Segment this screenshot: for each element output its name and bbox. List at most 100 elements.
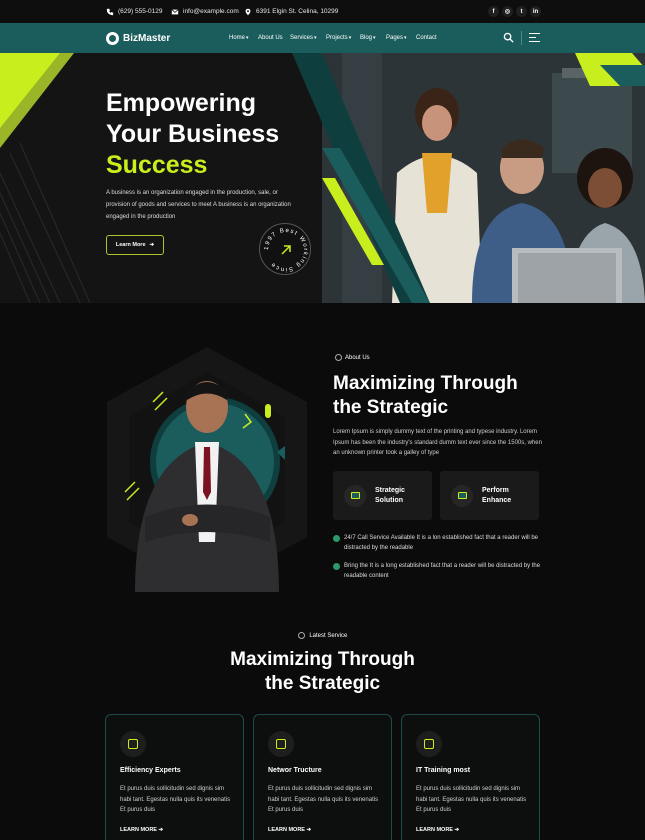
hero-description: A business is an organization engaged in… bbox=[106, 190, 291, 220]
facebook-icon[interactable]: f bbox=[488, 6, 499, 17]
address-text: 6391 Elgin St. Celina, 10299 bbox=[256, 8, 339, 15]
since-badge: 1997 Best Working Since bbox=[259, 223, 311, 275]
nav-label: Home bbox=[229, 35, 246, 41]
service-description: Et purus duis sollicitudin sed dignis si… bbox=[120, 786, 231, 813]
phone-text: (629) 555-0129 bbox=[118, 8, 163, 15]
about-description: Lorem Ipsum is simply dummy text of the … bbox=[333, 429, 542, 456]
about-label-text: About Us bbox=[345, 354, 370, 361]
chevron-down-icon: ▾ bbox=[246, 35, 249, 41]
nav-label: Pages bbox=[386, 35, 404, 41]
nav-label: Projects bbox=[326, 35, 348, 41]
hero-diagonal-stripes bbox=[292, 53, 645, 303]
strategy-icon bbox=[344, 484, 366, 507]
learn-more-link[interactable]: LEARN MORE ➔ bbox=[268, 827, 311, 833]
logo[interactable]: BizMaster bbox=[106, 30, 170, 46]
services-title-line1: Maximizing Through bbox=[230, 649, 415, 670]
instagram-icon[interactable]: ◎ bbox=[502, 6, 513, 17]
target-icon bbox=[297, 632, 305, 639]
chevron-down-icon: ▾ bbox=[314, 35, 317, 41]
arrow-up-right-icon bbox=[281, 245, 291, 255]
about-title-line1: Maximizing Through bbox=[333, 373, 518, 394]
services-section-label: Latest Service bbox=[0, 632, 645, 639]
nav-label: About Us bbox=[258, 35, 283, 41]
chevron-down-icon: ▾ bbox=[404, 35, 407, 41]
learn-more-label: Learn More bbox=[115, 242, 146, 248]
check-circle-icon bbox=[333, 535, 340, 542]
target-icon bbox=[335, 354, 342, 361]
nav-item-home[interactable]: Home ▾ bbox=[229, 23, 249, 53]
badge-circular-text: 1997 Best Working Since bbox=[264, 228, 307, 272]
learn-more-link[interactable]: LEARN MORE ➔ bbox=[416, 827, 459, 833]
efficiency-icon bbox=[120, 731, 146, 757]
check-text: 24/7 Call Service Available It is a lon … bbox=[344, 535, 538, 551]
arrow-right-icon: ➔ bbox=[306, 827, 312, 833]
nav-item-projects[interactable]: Projects ▾ bbox=[326, 23, 351, 53]
about-section-label: About Us bbox=[335, 354, 370, 361]
nav-divider bbox=[521, 31, 522, 45]
nav-label: Blog bbox=[360, 35, 373, 41]
phone-contact[interactable]: (629) 555-0129 bbox=[106, 0, 162, 23]
top-bar: (629) 555-0129 info@example.com 6391 Elg… bbox=[0, 0, 645, 23]
hero-title-line2: Your Business bbox=[106, 120, 280, 148]
check-circle-icon bbox=[333, 563, 340, 570]
performance-icon bbox=[451, 484, 473, 507]
hamburger-menu-icon[interactable] bbox=[529, 33, 540, 43]
service-name: Efficiency Experts bbox=[120, 767, 181, 774]
hero-title: Empowering Your Business Success bbox=[106, 88, 279, 181]
check-list-item: 24/7 Call Service Available It is a lon … bbox=[333, 534, 543, 553]
about-title: Maximizing Through the Strategic bbox=[333, 372, 553, 420]
about-portrait-image bbox=[107, 347, 307, 592]
nav-label: Contact bbox=[416, 35, 437, 41]
location-pin-icon bbox=[245, 8, 251, 15]
linkedin-icon[interactable]: in bbox=[530, 6, 541, 17]
twitter-icon[interactable]: t bbox=[516, 6, 527, 17]
arrow-right-icon: ➔ bbox=[149, 242, 155, 248]
training-icon bbox=[416, 731, 442, 757]
feature-label: Strategic Solution bbox=[375, 487, 405, 504]
check-list-item: Bring the It is a long established fact … bbox=[333, 562, 543, 581]
mail-icon bbox=[171, 8, 179, 14]
address-contact: 6391 Elgin St. Celina, 10299 bbox=[244, 0, 338, 23]
feature-label: Perform Enhance bbox=[482, 487, 512, 504]
email-contact[interactable]: info@example.com bbox=[171, 0, 239, 23]
about-title-line2: the Strategic bbox=[333, 397, 449, 418]
service-name: IT Training most bbox=[416, 767, 471, 774]
feature-card-perform-enhance[interactable]: Perform Enhance bbox=[440, 471, 539, 520]
chevron-down-icon: ▾ bbox=[348, 35, 352, 41]
learn-more-label: LEARN MORE bbox=[120, 827, 157, 833]
service-description: Et purus duis sollicitudin sed dignis si… bbox=[416, 786, 527, 813]
service-name: Networ Tructure bbox=[268, 767, 322, 774]
services-label-text: Latest Service bbox=[309, 633, 348, 640]
service-card: Efficiency Experts Et purus duis sollici… bbox=[105, 714, 244, 840]
services-title: Maximizing Through the Strategic bbox=[0, 648, 645, 696]
service-card: Networ Tructure Et purus duis sollicitud… bbox=[253, 714, 392, 840]
feature-card-strategic-solution[interactable]: Strategic Solution bbox=[333, 471, 432, 520]
network-icon bbox=[268, 731, 294, 757]
hero-title-line1: Empowering bbox=[106, 89, 257, 117]
learn-more-label: LEARN MORE bbox=[416, 827, 453, 833]
logo-mark-icon bbox=[106, 31, 119, 45]
nav-item-blog[interactable]: Blog ▾ bbox=[360, 23, 376, 53]
main-navbar: BizMaster Home ▾ About Us Services ▾ Proje… bbox=[0, 23, 645, 53]
services-title-line2: the Strategic bbox=[264, 673, 381, 694]
learn-more-button[interactable]: Learn More ➔ bbox=[106, 235, 164, 255]
nav-item-pages[interactable]: Pages ▾ bbox=[386, 23, 407, 53]
nav-item-contact[interactable]: Contact bbox=[416, 23, 437, 53]
chevron-down-icon: ▾ bbox=[373, 35, 376, 41]
logo-text: BizMaster bbox=[123, 32, 171, 44]
learn-more-label: LEARN MORE bbox=[268, 827, 305, 833]
phone-icon bbox=[106, 8, 114, 15]
nav-item-services[interactable]: Services ▾ bbox=[290, 23, 317, 53]
hero-section: Empowering Your Business Success A busin… bbox=[0, 53, 645, 303]
email-text: info@example.com bbox=[183, 8, 239, 15]
search-icon[interactable] bbox=[503, 32, 514, 43]
service-card: IT Training most Et purus duis sollicitu… bbox=[401, 714, 540, 840]
hero-title-accent: Success bbox=[106, 151, 208, 179]
nav-label: Services bbox=[290, 35, 314, 41]
arrow-right-icon: ➔ bbox=[158, 827, 164, 833]
nav-item-about[interactable]: About Us bbox=[258, 23, 283, 53]
arrow-right-icon: ➔ bbox=[454, 827, 460, 833]
service-description: Et purus duis sollicitudin sed dignis si… bbox=[268, 786, 379, 813]
learn-more-link[interactable]: LEARN MORE ➔ bbox=[120, 827, 163, 833]
check-text: Bring the It is a long established fact … bbox=[344, 563, 541, 579]
